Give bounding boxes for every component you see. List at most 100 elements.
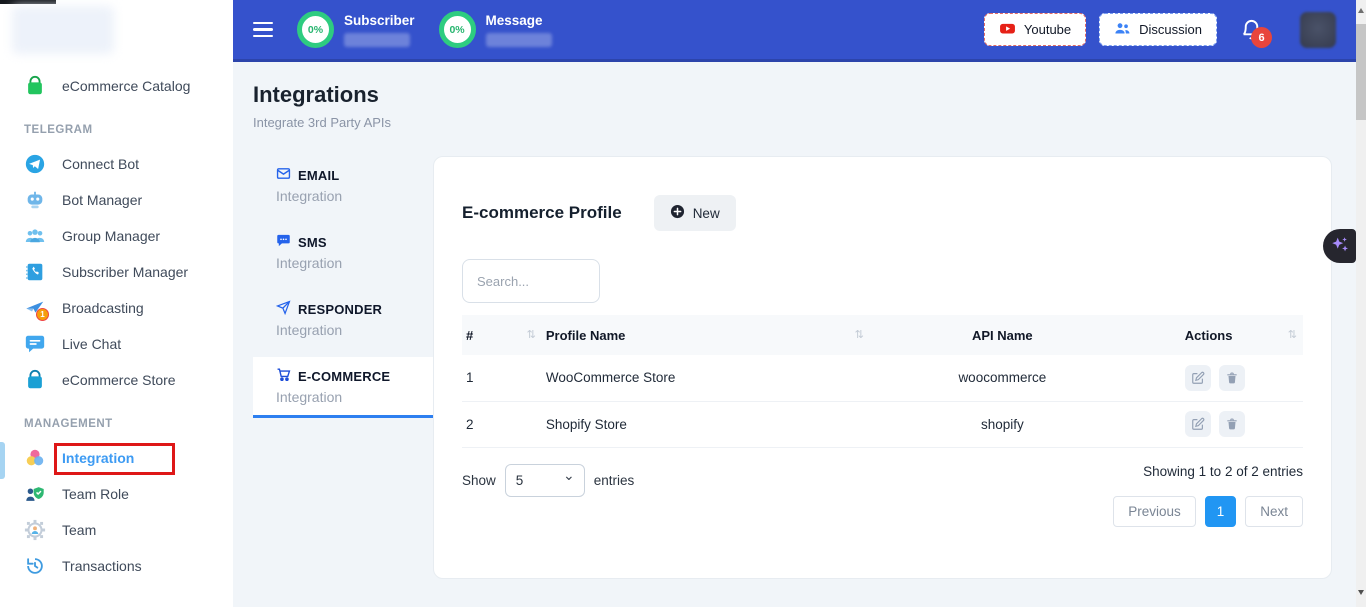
- sidebar-item-label: Group Manager: [62, 228, 160, 244]
- sort-icon[interactable]: [527, 328, 536, 341]
- previous-page-button[interactable]: Previous: [1113, 496, 1196, 527]
- api-name-cell: shopify: [870, 401, 1135, 447]
- sidebar-item-connect-bot[interactable]: Connect Bot: [0, 146, 233, 182]
- discussion-button[interactable]: Discussion: [1099, 13, 1217, 46]
- message-stat-value-redacted: [486, 33, 552, 47]
- page-size-group: Show 5 entries: [462, 464, 634, 497]
- next-page-button[interactable]: Next: [1245, 496, 1303, 527]
- sidebar-item-integration[interactable]: Integration: [0, 440, 233, 476]
- active-item-indicator: [0, 442, 5, 479]
- main-content: Integrations Integrate 3rd Party APIs EM…: [233, 62, 1356, 607]
- edit-button[interactable]: [1185, 411, 1211, 437]
- subscriber-stat-label: Subscriber: [344, 13, 415, 28]
- sidebar-section-management: MANAGEMENT: [24, 418, 233, 430]
- sidebar-item-label: Integration: [62, 450, 134, 466]
- sidebar-item-label: eCommerce Catalog: [62, 78, 190, 94]
- sidebar-item-team-role[interactable]: Team Role: [0, 476, 233, 512]
- subscriber-stat-value-redacted: [344, 33, 410, 47]
- ai-assistant-button[interactable]: [1323, 229, 1356, 263]
- sidebar-item-subscriber-manager[interactable]: Subscriber Manager: [0, 254, 233, 290]
- sidebar-item-team[interactable]: Team: [0, 512, 233, 548]
- message-stat-label: Message: [486, 13, 552, 28]
- notification-count-badge: 6: [1251, 27, 1272, 48]
- scrollbar-thumb[interactable]: [1356, 24, 1366, 120]
- sidebar-item-group-manager[interactable]: Group Manager: [0, 218, 233, 254]
- panel-title: E-commerce Profile: [462, 203, 622, 223]
- sidebar-section-telegram: TELEGRAM: [24, 124, 233, 136]
- scroll-up-arrow-icon[interactable]: [1358, 8, 1364, 13]
- sidebar-item-live-chat[interactable]: Live Chat: [0, 326, 233, 362]
- tab-sms-integration[interactable]: SMS Integration: [253, 223, 433, 281]
- tab-label: E-COMMERCE: [298, 369, 390, 384]
- sidebar-item-transactions[interactable]: Transactions: [0, 548, 233, 584]
- message-progress-ring: 0%: [439, 11, 476, 48]
- table-row: 1 WooCommerce Store woocommerce: [462, 355, 1303, 401]
- group-icon: [24, 225, 46, 247]
- sidebar-item-label: Team: [62, 522, 96, 538]
- search-input[interactable]: [462, 259, 600, 303]
- page-1-button[interactable]: 1: [1205, 496, 1237, 527]
- table-header-row: # Profile Name API Name Actions: [462, 315, 1303, 355]
- sidebar-item-bot-manager[interactable]: Bot Manager: [0, 182, 233, 218]
- app-logo-blurred: [12, 6, 114, 54]
- users-icon: [1114, 20, 1131, 40]
- page-scrollbar[interactable]: [1356, 0, 1366, 607]
- discussion-button-label: Discussion: [1139, 22, 1202, 37]
- logo-top-strip: [0, 0, 56, 4]
- broadcast-count-badge: 1: [36, 308, 49, 321]
- edit-button[interactable]: [1185, 365, 1211, 391]
- row-number: 1: [462, 355, 542, 401]
- sparkles-icon: [1329, 234, 1351, 259]
- sidebar-item-label: Subscriber Manager: [62, 264, 188, 280]
- mail-icon: [276, 166, 291, 184]
- history-clock-icon: [24, 555, 46, 577]
- api-name-cell: woocommerce: [870, 355, 1135, 401]
- column-header-api-name[interactable]: API Name: [870, 315, 1135, 355]
- sidebar-nav: eCommerce Catalog TELEGRAM Connect Bot B…: [0, 0, 233, 584]
- sidebar-item-label: Live Chat: [62, 336, 121, 352]
- new-button-label: New: [693, 206, 720, 221]
- topbar: 0% Subscriber 0% Message Youtube: [233, 0, 1356, 62]
- sidebar-item-ecommerce-catalog[interactable]: eCommerce Catalog: [0, 68, 233, 104]
- sort-icon[interactable]: [855, 328, 864, 341]
- shield-check-icon: [24, 483, 46, 505]
- sidebar-item-ecommerce-store[interactable]: eCommerce Store: [0, 362, 233, 398]
- delete-button[interactable]: [1219, 411, 1245, 437]
- tab-email-integration[interactable]: EMAIL Integration: [253, 156, 433, 214]
- sidebar-item-broadcasting[interactable]: 1 Broadcasting: [0, 290, 233, 326]
- actions-cell: [1135, 401, 1303, 447]
- integration-subnav: EMAIL Integration SMS Integration: [253, 156, 433, 427]
- pagination: Previous 1 Next: [1113, 496, 1303, 527]
- tab-sublabel: Integration: [276, 188, 433, 204]
- contact-book-icon: [24, 261, 46, 283]
- page-size-select[interactable]: 5: [505, 464, 585, 497]
- table-row: 2 Shopify Store shopify: [462, 401, 1303, 447]
- tab-sublabel: Integration: [276, 255, 433, 271]
- broadcast-plane-icon: 1: [24, 297, 46, 319]
- page-title: Integrations: [253, 82, 1332, 108]
- telegram-icon: [24, 153, 46, 175]
- tab-sublabel: Integration: [276, 389, 433, 405]
- column-header-profile-name[interactable]: Profile Name: [542, 315, 870, 355]
- topbar-right: Youtube Discussion 6: [984, 12, 1336, 48]
- gear-person-icon: [24, 519, 46, 541]
- actions-cell: [1135, 355, 1303, 401]
- youtube-button[interactable]: Youtube: [984, 13, 1086, 46]
- tab-label: SMS: [298, 235, 327, 250]
- scroll-down-arrow-icon[interactable]: [1358, 590, 1364, 595]
- row-number: 2: [462, 401, 542, 447]
- youtube-icon: [999, 20, 1016, 40]
- column-header-number[interactable]: #: [462, 315, 542, 355]
- user-avatar[interactable]: [1300, 12, 1336, 48]
- delete-button[interactable]: [1219, 365, 1245, 391]
- notifications-button[interactable]: 6: [1240, 18, 1263, 41]
- tab-ecommerce-integration[interactable]: E-COMMERCE Integration: [253, 357, 433, 418]
- column-header-actions[interactable]: Actions: [1135, 315, 1303, 355]
- sort-icon[interactable]: [1288, 328, 1297, 341]
- sidebar: eCommerce Catalog TELEGRAM Connect Bot B…: [0, 0, 233, 607]
- new-profile-button[interactable]: New: [654, 195, 736, 231]
- menu-icon[interactable]: [253, 22, 273, 38]
- paper-plane-icon: [276, 300, 291, 318]
- robot-icon: [24, 189, 46, 211]
- tab-responder-integration[interactable]: RESPONDER Integration: [253, 290, 433, 348]
